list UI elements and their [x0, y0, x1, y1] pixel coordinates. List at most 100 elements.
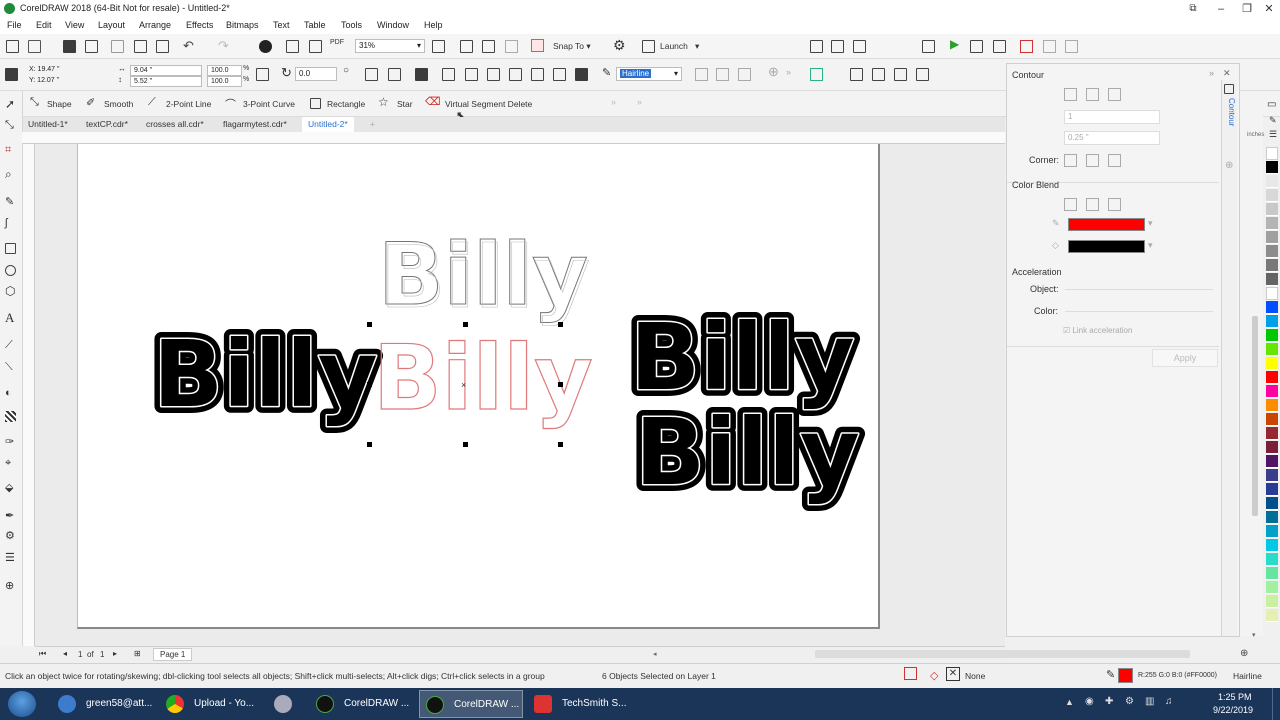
interactive-fill-icon[interactable]: ⌖ — [5, 457, 18, 470]
outline-color-dropdown-icon[interactable]: ▾ — [1148, 218, 1153, 229]
palette-swatch[interactable] — [1266, 539, 1278, 552]
palette-swatch[interactable] — [1266, 455, 1278, 468]
palette-swatch[interactable] — [1266, 315, 1278, 328]
rectangle-tool-icon[interactable] — [310, 98, 321, 109]
palette-swatch[interactable] — [1266, 567, 1278, 580]
open-icon[interactable] — [28, 40, 41, 53]
two-point-line-button[interactable]: 2-Point Line — [166, 99, 211, 109]
handle-top-center[interactable] — [463, 322, 468, 327]
palette-swatch[interactable] — [1266, 553, 1278, 566]
taskbar-item-app[interactable] — [268, 690, 304, 718]
docker-close-icon[interactable]: ✕ — [1223, 68, 1231, 79]
rectangle-tool-button[interactable]: Rectangle — [327, 99, 365, 109]
vertical-scrollbar[interactable] — [1252, 316, 1258, 516]
palette-swatch[interactable] — [1266, 301, 1278, 314]
handle-bottom-center[interactable] — [463, 442, 468, 447]
width-field[interactable]: 9.04 " — [130, 65, 202, 76]
smooth-tool-icon[interactable]: ✐ — [86, 96, 95, 109]
rotation-field[interactable]: 0.0 — [295, 67, 337, 81]
next-page-icon[interactable]: ▸ — [113, 649, 117, 658]
cut-icon[interactable] — [111, 40, 124, 53]
tab-textcp[interactable]: textCP.cdr* — [80, 117, 134, 132]
create-boundary-icon[interactable] — [575, 68, 588, 81]
minimize-button[interactable]: – — [1208, 0, 1234, 18]
menu-edit[interactable]: Edit — [36, 20, 52, 30]
two-point-line-icon[interactable]: ⟋ — [148, 96, 156, 109]
drop-shadow-icon[interactable]: ◐ — [5, 387, 18, 400]
launch-icon[interactable] — [642, 40, 655, 53]
zoom-pan-icon[interactable]: ⊕ — [1240, 648, 1248, 659]
macro-manager-icon[interactable] — [993, 40, 1006, 53]
menu-help[interactable]: Help — [424, 20, 443, 30]
tab-untitled-2[interactable]: Untitled-2* — [302, 117, 354, 132]
clock-date[interactable]: 9/22/2019 — [1213, 705, 1253, 715]
menu-table[interactable]: Table — [304, 20, 326, 30]
palette-swatch[interactable] — [1266, 511, 1278, 524]
y-position-field[interactable]: Y: 12.07 " — [26, 76, 108, 87]
pick-tool-icon[interactable]: ➚ — [5, 97, 18, 111]
network-icon[interactable]: ▥ — [1145, 696, 1154, 707]
first-page-icon[interactable]: ⏮ — [39, 649, 46, 659]
lock-ratio-icon[interactable] — [256, 68, 269, 81]
show-rulers-icon[interactable] — [460, 40, 473, 53]
menu-bitmaps[interactable]: Bitmaps — [226, 20, 259, 30]
shape-tool-icon-box[interactable]: ⤡ — [5, 119, 18, 132]
star-tool-icon[interactable]: ☆ — [378, 95, 389, 109]
docker-collapse-icon[interactable]: » — [1209, 68, 1214, 78]
pen-strip-icon[interactable]: ✎ — [1269, 115, 1277, 126]
mirror-vertical-icon[interactable] — [388, 68, 401, 81]
ellipse-icon[interactable] — [5, 265, 16, 276]
zoom-tool-icon[interactable]: ⌕ — [5, 167, 18, 181]
rectangle-icon[interactable] — [5, 243, 16, 254]
outline-pen-tool-icon[interactable]: ✒ — [5, 509, 18, 522]
hscroll-left-arrow[interactable]: ◂ — [653, 650, 661, 658]
parallel-dimension-icon[interactable]: ⟋ — [5, 339, 18, 352]
full-screen-icon[interactable] — [432, 40, 445, 53]
show-desktop-button[interactable] — [1272, 688, 1280, 720]
three-point-curve-icon[interactable]: ⌒ — [225, 96, 236, 112]
palette-swatch[interactable] — [1266, 357, 1278, 370]
group-icon[interactable] — [415, 68, 428, 81]
quick-customize-icon-c[interactable] — [894, 68, 907, 81]
print-icon[interactable] — [85, 40, 98, 53]
handle-middle-right[interactable] — [558, 382, 563, 387]
quick-customize-icon-a[interactable] — [850, 68, 863, 81]
eyedropper-icon[interactable]: ✑ — [5, 435, 18, 448]
tray-icon-b[interactable]: ✚ — [1105, 696, 1113, 707]
scale-height-field[interactable]: 100.0 — [207, 76, 242, 87]
connector-icon[interactable]: ⟍ — [5, 361, 18, 374]
taskbar-item-coreldraw-2[interactable]: CorelDRAW ... — [419, 690, 523, 718]
trim-icon[interactable] — [465, 68, 478, 81]
palette-swatch[interactable] — [1266, 273, 1278, 286]
export-icon[interactable] — [309, 40, 322, 53]
hint-strip-icon[interactable]: ☰ — [1269, 129, 1277, 140]
scale-width-field[interactable]: 100.0 — [207, 65, 242, 76]
palette-swatch[interactable] — [1266, 259, 1278, 272]
menu-tools[interactable]: Tools — [341, 20, 362, 30]
run-macro-icon[interactable]: ▶ — [950, 37, 959, 51]
handle-top-right[interactable] — [558, 322, 563, 327]
taskbar-item-coreldraw-1[interactable]: CorelDRAW ... — [310, 690, 414, 718]
palette-swatch[interactable] — [1266, 385, 1278, 398]
menu-file[interactable]: File — [7, 20, 22, 30]
redo-icon[interactable]: ↷ — [218, 38, 229, 54]
polygon-icon[interactable]: ⬡ — [5, 284, 18, 298]
palette-swatch[interactable] — [1266, 287, 1278, 300]
palette-swatch[interactable] — [1266, 525, 1278, 538]
freehand-tool-icon[interactable]: ✎ — [5, 195, 18, 208]
vscroll-down-arrow[interactable]: ▾ — [1252, 631, 1256, 639]
close-button[interactable]: ✕ — [1256, 0, 1280, 18]
taskbar-item-email[interactable]: green58@att... — [52, 690, 156, 718]
taskbar-item-techsmith[interactable]: TechSmith S... — [528, 690, 632, 718]
show-grid-icon[interactable] — [482, 40, 495, 53]
delete-macro-icon[interactable] — [1020, 40, 1033, 53]
drawing-canvas[interactable]: Billy Billy Billy Billy Billy Billy × Bi… — [35, 144, 1005, 646]
simplify-icon[interactable] — [509, 68, 522, 81]
handle-top-left[interactable] — [367, 322, 372, 327]
palette-swatch[interactable] — [1266, 399, 1278, 412]
height-field[interactable]: 5.52 " — [130, 76, 202, 87]
docker-tab-contour[interactable]: Contour — [1224, 98, 1236, 126]
tab-flagarmytest[interactable]: flagarmytest.cdr* — [217, 117, 293, 132]
handle-bottom-right[interactable] — [558, 442, 563, 447]
contour-tool-active-icon[interactable] — [810, 68, 823, 81]
